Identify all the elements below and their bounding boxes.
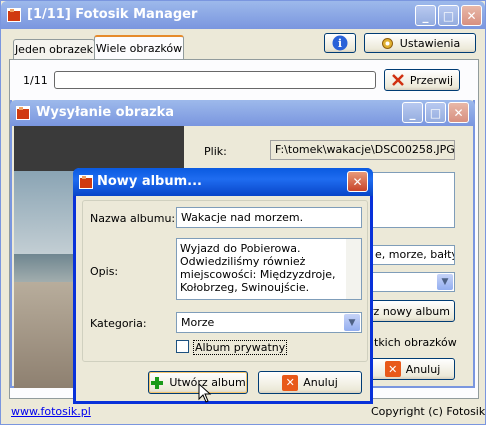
cancel-icon: ✕ bbox=[282, 374, 299, 391]
upload-titlebar[interactable]: Wysyłanie obrazka _ □ ✕ bbox=[10, 100, 475, 126]
description-label: Opis: bbox=[90, 265, 119, 278]
description-field[interactable]: Wyjazd do Pobierowa. Odwiedziliśmy równi… bbox=[176, 238, 362, 300]
file-label: Plik: bbox=[204, 145, 227, 158]
dialog-titlebar[interactable]: Nowy album... ✕ bbox=[73, 168, 373, 196]
mouse-cursor-icon bbox=[198, 383, 212, 403]
svg-text:i: i bbox=[338, 37, 342, 50]
scrollbar[interactable] bbox=[346, 239, 361, 299]
album-name-field[interactable]: Wakacje nad morzem. bbox=[176, 207, 362, 228]
description-line: Odwiedziliśmy również bbox=[180, 255, 306, 268]
tab-label: Wiele obrazków bbox=[95, 42, 183, 55]
album-name-label: Nazwa albumu: bbox=[90, 212, 176, 225]
tab-jeden-obrazek[interactable]: Jeden obrazek bbox=[13, 39, 95, 59]
cancel-label: Przerwij bbox=[409, 73, 454, 87]
close-x-icon bbox=[392, 74, 404, 86]
cancel-label: Anuluj bbox=[303, 376, 338, 389]
app-icon bbox=[79, 175, 93, 189]
file-path-field[interactable]: F:\tomek\wakacje\DSC00258.JPG bbox=[270, 140, 455, 160]
progress-text: 1/11 bbox=[23, 74, 48, 87]
maximize-button[interactable]: □ bbox=[438, 5, 459, 26]
settings-button[interactable]: Ustawienia bbox=[364, 33, 476, 53]
main-titlebar[interactable]: [1/11] Fotosik Manager _ □ ✕ bbox=[1, 1, 485, 29]
tab-label: Jeden obrazek bbox=[14, 43, 94, 56]
dialog-cancel-button[interactable]: ✕ Anuluj bbox=[258, 371, 362, 394]
maximize-button[interactable]: □ bbox=[425, 102, 446, 123]
upload-window-title: Wysyłanie obrazka bbox=[36, 105, 175, 120]
main-window-title: [1/11] Fotosik Manager bbox=[27, 7, 198, 22]
album-select[interactable]: ▼ bbox=[370, 272, 455, 292]
new-album-label: órz nowy album bbox=[362, 304, 450, 318]
settings-label: Ustawienia bbox=[399, 36, 461, 50]
description-line: Wyjazd do Pobierowa. bbox=[180, 242, 301, 255]
close-button[interactable]: ✕ bbox=[461, 5, 482, 26]
private-album-label[interactable]: Album prywatny bbox=[193, 340, 288, 355]
progress-bar bbox=[54, 71, 376, 89]
info-icon: i bbox=[332, 35, 348, 51]
copyright-text: Copyright (c) Fotosik.pl bbox=[371, 405, 486, 418]
all-images-label: tkich obrazków bbox=[374, 336, 457, 349]
chevron-down-icon[interactable]: ▼ bbox=[437, 274, 453, 290]
category-select[interactable]: Morze ▼ bbox=[176, 312, 362, 333]
plus-icon bbox=[151, 376, 164, 389]
settings-icon bbox=[381, 37, 393, 49]
category-label: Kategoria: bbox=[90, 317, 147, 330]
tab-wiele-obrazkow[interactable]: Wiele obrazków bbox=[94, 35, 184, 60]
close-button[interactable]: ✕ bbox=[448, 102, 469, 123]
new-album-button[interactable]: órz nowy album bbox=[362, 300, 455, 322]
info-button[interactable]: i bbox=[324, 33, 356, 53]
close-button[interactable]: ✕ bbox=[347, 171, 368, 192]
chevron-down-icon[interactable]: ▼ bbox=[344, 314, 360, 331]
new-album-dialog: Nowy album... ✕ Nazwa albumu: Wakacje na… bbox=[73, 168, 373, 404]
category-value: Morze bbox=[181, 316, 215, 329]
tags-field[interactable]: e, morze, bałtyk bbox=[370, 245, 455, 265]
cancel-upload-button[interactable]: Przerwij bbox=[384, 69, 460, 91]
dialog-title: Nowy album... bbox=[97, 174, 202, 189]
description-line: miejscowości: Międzyzdroje, bbox=[180, 268, 336, 281]
minimize-button[interactable]: _ bbox=[415, 5, 436, 26]
footer-link[interactable]: www.fotosik.pl bbox=[11, 405, 91, 418]
minimize-button[interactable]: _ bbox=[402, 102, 423, 123]
description-line: Kołobrzeg, Swinoujście. bbox=[180, 281, 310, 294]
app-icon bbox=[7, 8, 21, 22]
cancel-icon: ✕ bbox=[384, 361, 401, 377]
private-album-checkbox[interactable] bbox=[176, 340, 189, 353]
app-icon bbox=[16, 106, 30, 120]
upload-cancel-button[interactable]: ✕ Anuluj bbox=[370, 358, 455, 380]
cancel-label: Anuluj bbox=[405, 362, 441, 376]
